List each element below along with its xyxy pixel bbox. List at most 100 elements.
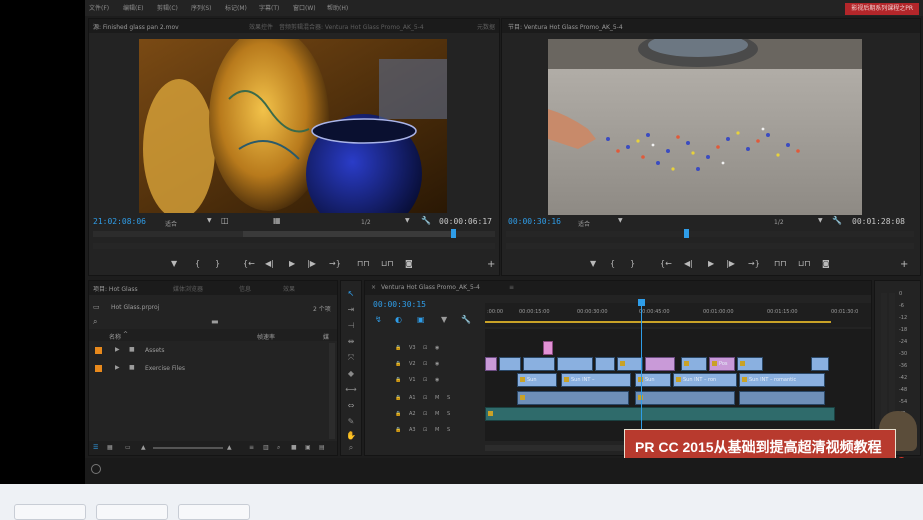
source-timecode-current[interactable]: 21:02:08:06 (93, 217, 146, 226)
icon-view-icon[interactable]: ▦ (107, 444, 113, 451)
program-add-icon[interactable]: + (900, 259, 908, 270)
solo-icon[interactable]: S (447, 411, 450, 417)
source-marker-icon[interactable]: ▼ (171, 259, 177, 268)
outer-button-1[interactable] (14, 504, 86, 520)
eye-icon[interactable]: ◉ (435, 361, 439, 367)
menu-title[interactable]: 字幕(T) (259, 3, 279, 12)
program-marker-icon[interactable]: ▼ (590, 259, 596, 268)
expand-arrow-icon[interactable]: ▶ (115, 364, 120, 371)
rate-stretch-tool-icon[interactable]: ⤧ (345, 353, 357, 363)
sort-up-icon[interactable]: ^ (123, 331, 128, 338)
clip-v1[interactable]: Sun INT – (561, 373, 631, 387)
dropdown-arrow-icon[interactable]: ▼ (207, 217, 212, 224)
mute-icon[interactable]: M (435, 427, 439, 433)
clip-v2[interactable] (681, 357, 707, 371)
source-export-frame-icon[interactable]: ◙ (405, 259, 413, 268)
program-time-ruler[interactable] (506, 229, 914, 238)
menu-clip[interactable]: 剪辑(C) (157, 3, 178, 12)
sync-icon[interactable]: ⊡ (423, 395, 427, 401)
freeform-view-icon[interactable]: ▭ (125, 444, 131, 451)
track-header-a1[interactable]: 🔒 A1 ⊡ M S (365, 391, 485, 405)
lock-icon[interactable]: 🔒 (395, 427, 401, 433)
tab-source[interactable]: 源: Finished glass pan 2.mov (93, 22, 179, 31)
lock-icon[interactable]: 🔒 (395, 395, 401, 401)
source-play-icon[interactable]: ▶ (289, 259, 295, 268)
track-header-a2[interactable]: 🔒 A2 ⊡ M S (365, 407, 485, 421)
tab-media-browser[interactable]: 媒体浏览器 (173, 284, 203, 293)
column-frame-rate[interactable]: 帧速率 (257, 332, 275, 341)
lock-icon[interactable]: 🔒 (395, 411, 401, 417)
zoom-in-icon[interactable]: ▲ (227, 444, 232, 451)
column-media[interactable]: 媒 (323, 332, 329, 341)
menu-file[interactable]: 文件(F) (89, 3, 109, 12)
clip-v2[interactable] (485, 357, 497, 371)
program-extract-icon[interactable]: ⊔⊓ (798, 259, 810, 268)
list-item[interactable]: ▶ ■ Assets (89, 343, 329, 359)
track-header-v2[interactable]: 🔒 V2 ⊡ ◉ (365, 357, 485, 371)
settings-icon[interactable]: ▦ (273, 216, 281, 225)
rolling-edit-tool-icon[interactable]: ⇹ (345, 337, 357, 347)
tab-audio-clip-mixer[interactable]: 音频剪辑混合器: Ventura Hot Glass Promo_AK_5-4 (279, 22, 424, 31)
source-fit-select[interactable]: 适合 (165, 219, 177, 228)
sync-icon[interactable]: ⊡ (423, 427, 427, 433)
source-in-point-icon[interactable]: { (195, 259, 200, 268)
source-go-to-in-icon[interactable]: {← (243, 259, 255, 268)
source-scrollbar[interactable] (93, 243, 495, 249)
timeline-settings-icon[interactable]: 🔧 (461, 315, 471, 324)
sync-icon[interactable]: ⊡ (423, 411, 427, 417)
sync-icon[interactable]: ⊡ (423, 361, 427, 367)
source-add-icon[interactable]: + (487, 259, 495, 270)
sync-icon[interactable]: ⊡ (423, 377, 427, 383)
clip-v1[interactable]: Sun (517, 373, 557, 387)
source-time-ruler[interactable] (93, 229, 495, 238)
trash-icon[interactable]: ▤ (319, 444, 325, 451)
timeline-tracks[interactable]: Pos Sun Sun INT – Sun Sun INT – ron Sun … (485, 299, 871, 441)
zoom-slider[interactable] (153, 447, 223, 449)
clip-a1[interactable] (739, 391, 825, 405)
program-out-point-icon[interactable]: } (630, 259, 635, 268)
program-lift-icon[interactable]: ⊓⊓ (774, 259, 786, 268)
slip-tool-icon[interactable]: ⟷ (345, 385, 357, 395)
timeline-playhead-handle[interactable] (638, 299, 645, 306)
tab-effect-controls[interactable]: 效果控件 (249, 22, 273, 31)
program-fit-select[interactable]: 适合 (578, 219, 590, 228)
clip-v2[interactable] (557, 357, 593, 371)
marker-icon[interactable]: ▼ (441, 315, 447, 324)
menu-help[interactable]: 帮助(H) (327, 3, 348, 12)
program-step-back-icon[interactable]: ◀| (684, 259, 693, 268)
source-step-forward-icon[interactable]: |▶ (307, 259, 316, 268)
lock-icon[interactable]: 🔒 (395, 345, 401, 351)
expand-arrow-icon[interactable]: ▶ (115, 346, 120, 353)
menu-edit[interactable]: 编辑(E) (123, 3, 143, 12)
close-tab-icon[interactable]: × (371, 284, 376, 291)
linked-selection-icon[interactable]: ◐ (395, 315, 402, 324)
list-item[interactable]: ▶ ■ Exercise Files (89, 361, 329, 377)
hand-tool-icon[interactable]: ✋ (345, 431, 357, 441)
outer-button-3[interactable] (178, 504, 250, 520)
program-quality-select[interactable]: 1/2 (774, 219, 784, 226)
program-play-icon[interactable]: ▶ (708, 259, 714, 268)
snap-icon[interactable]: ↯ (375, 315, 382, 324)
menu-sequence[interactable]: 序列(S) (191, 3, 212, 12)
new-bin-footer-icon[interactable]: ■ (291, 444, 297, 451)
work-area-bar[interactable] (485, 321, 831, 323)
program-timecode-current[interactable]: 00:00:30:16 (508, 217, 561, 226)
program-fit-dropdown-icon[interactable]: ▼ (618, 217, 623, 224)
program-in-point-icon[interactable]: { (610, 259, 615, 268)
track-header-v1[interactable]: 🔒 V1 ⊡ ◉ (365, 373, 485, 387)
clip-v1[interactable]: Sun INT – ron (673, 373, 737, 387)
mute-icon[interactable]: M (435, 395, 439, 401)
outer-button-2[interactable] (96, 504, 168, 520)
track-header-v3[interactable]: 🔒 V3 ⊡ ◉ (365, 341, 485, 355)
timeline-timecode[interactable]: 00:00:30:15 (373, 300, 426, 309)
track-header-a3[interactable]: 🔒 A3 ⊡ M S (365, 423, 485, 437)
zoom-out-icon[interactable]: ▲ (141, 444, 146, 451)
slide-tool-icon[interactable]: ⇔ (345, 401, 357, 411)
clip-a1[interactable] (635, 391, 735, 405)
source-overwrite-icon[interactable]: ⊔⊓ (381, 259, 393, 268)
automate-icon[interactable]: ▥ (263, 444, 269, 451)
program-scrollbar[interactable] (506, 243, 914, 249)
clip-a2[interactable] (485, 407, 835, 421)
new-item-icon[interactable]: ▣ (305, 444, 311, 451)
new-bin-icon[interactable]: ▬ (211, 317, 219, 326)
